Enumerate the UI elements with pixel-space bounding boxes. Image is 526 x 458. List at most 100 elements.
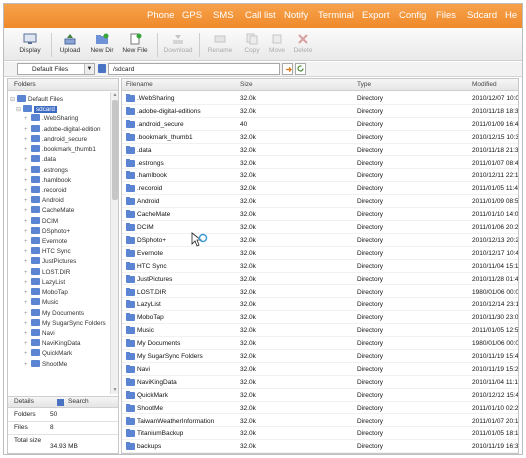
tree-item[interactable]: + NaviKingData <box>24 339 81 348</box>
column-modified[interactable]: Modified <box>472 81 497 88</box>
expand-icon[interactable]: + <box>24 341 31 347</box>
path-input[interactable]: /sdcard <box>108 63 280 75</box>
tree-item[interactable]: + Navi <box>24 329 55 338</box>
table-row[interactable]: Evernote 32.0k Directory 2010/12/17 10:45 <box>122 247 518 260</box>
tree-item[interactable]: + .data <box>24 155 56 164</box>
delete-button[interactable]: Delete <box>286 30 320 60</box>
table-row[interactable]: My SugarSync Folders 32.0k Directory 2010/1… <box>122 350 518 363</box>
tab-search[interactable]: Search <box>68 398 89 405</box>
table-row[interactable]: LazyList 32.0k Directory 2010/12/14 23:12 <box>122 298 518 312</box>
table-row[interactable]: TaiwanWeatherInformation 32.0k Directory 20… <box>122 415 518 428</box>
table-row[interactable]: .recoroid 32.0k Directory 2011/01/05 11:43 <box>122 182 518 196</box>
tree-root[interactable]: ⊟ Default Files <box>10 95 63 104</box>
table-row[interactable]: DCIM 32.0k Directory 2011/01/06 20:23 <box>122 221 518 234</box>
expand-icon[interactable]: + <box>24 229 31 235</box>
menu-help[interactable]: He <box>505 10 517 21</box>
tree-item[interactable]: + ShootMe <box>24 359 67 369</box>
upload-button[interactable]: Upload <box>53 30 87 60</box>
tree-scrollbar[interactable]: ▲ ▼ <box>110 92 118 394</box>
expand-icon[interactable]: + <box>24 300 31 306</box>
display-button[interactable]: Display <box>13 30 47 60</box>
tab-details[interactable]: Details <box>14 398 34 405</box>
expand-icon[interactable]: + <box>24 116 31 122</box>
menu-call-list[interactable]: Call list <box>245 10 276 21</box>
menu-export[interactable]: Export <box>362 10 389 21</box>
table-row[interactable]: NaviKingData 32.0k Directory 2010/11/04 11:… <box>122 376 518 389</box>
tree-item[interactable]: + Android <box>24 196 64 205</box>
tree-item[interactable]: + LazyList <box>24 277 65 287</box>
expand-icon[interactable]: ⊟ <box>16 106 23 113</box>
tree-item[interactable]: + .recoroid <box>24 185 67 195</box>
expand-icon[interactable]: + <box>24 290 31 296</box>
tree-item[interactable]: + .adobe-digital-edition <box>24 124 100 134</box>
column-type[interactable]: Type <box>357 81 371 88</box>
expand-icon[interactable]: + <box>24 147 31 153</box>
table-row[interactable]: ShootMe 32.0k Directory 2011/01/10 02:22 <box>122 402 518 415</box>
expand-icon[interactable]: + <box>24 351 31 357</box>
expand-icon[interactable]: + <box>24 188 31 194</box>
download-button[interactable]: Download <box>161 30 195 60</box>
expand-icon[interactable]: + <box>24 157 31 163</box>
tree-item[interactable]: + QuickMark <box>24 349 72 358</box>
expand-icon[interactable]: + <box>24 208 31 214</box>
tree-item[interactable]: + Music <box>24 298 58 307</box>
column-filename[interactable]: Filename <box>126 81 153 88</box>
table-row[interactable]: .hamlbook 32.0k Directory 2010/12/11 22:18 <box>122 169 518 183</box>
table-row[interactable]: JustPictures 32.0k Directory 2010/11/28 01:… <box>122 273 518 286</box>
table-row[interactable]: LOST.DIR 32.0k Directory 1980/01/06 00:00 <box>122 286 518 299</box>
tree-item[interactable]: + CacheMate <box>24 206 74 215</box>
expand-icon[interactable]: + <box>24 280 31 286</box>
menu-files[interactable]: Files <box>436 10 456 21</box>
table-row[interactable]: TitaniumBackup 32.0k Directory 2011/01/05 1… <box>122 427 518 441</box>
table-row[interactable]: MoboTap 32.0k Directory 2010/11/30 23:02 <box>122 311 518 325</box>
expand-icon[interactable]: + <box>24 270 31 276</box>
expand-icon[interactable]: + <box>24 311 31 317</box>
table-row[interactable]: .bookmark_thumb1 32.0k Directory 2010/12/15… <box>122 131 518 144</box>
menu-sdcard[interactable]: Sdcard <box>467 10 497 21</box>
tree-item[interactable]: + Evernote <box>24 237 67 246</box>
refresh-button[interactable] <box>295 63 306 75</box>
go-button[interactable] <box>282 63 293 75</box>
expand-icon[interactable]: + <box>24 168 31 174</box>
table-row[interactable]: CacheMate 32.0k Directory 2011/01/10 14:04 <box>122 208 518 221</box>
menu-gps[interactable]: GPS <box>182 10 202 21</box>
expand-icon[interactable]: + <box>24 259 31 265</box>
tree-item[interactable]: + LOST.DIR <box>24 267 70 277</box>
new-file-button[interactable]: New File <box>118 30 152 60</box>
expand-icon[interactable]: + <box>24 331 31 337</box>
menu-terminal[interactable]: Terminal <box>318 10 354 21</box>
tree-item[interactable]: + MoboTap <box>24 288 68 297</box>
table-row[interactable]: Music 32.0k Directory 2011/01/05 12:59 <box>122 324 518 338</box>
column-size[interactable]: Size <box>240 81 253 88</box>
tree-item[interactable]: + JustPictures <box>24 257 76 266</box>
tree-item[interactable]: + .WebSharing <box>24 114 78 123</box>
expand-icon[interactable]: ⊟ <box>10 96 17 103</box>
rename-button[interactable]: Rename <box>203 30 237 60</box>
table-row[interactable]: QuickMark 32.0k Directory 2010/12/12 15:40 <box>122 389 518 402</box>
expand-icon[interactable]: + <box>24 219 31 225</box>
tree-item[interactable]: + DCIM <box>24 216 58 226</box>
table-row[interactable]: .adobe-digital-editions 32.0k Directory 201… <box>122 105 518 118</box>
table-row[interactable]: Navi 32.0k Directory 2010/11/19 15:29 <box>122 363 518 376</box>
table-row[interactable]: My Documents 32.0k Directory 1980/01/06 00:… <box>122 337 518 350</box>
new-dir-button[interactable]: New Dir <box>85 30 119 60</box>
table-row[interactable]: backups 32.0k Directory 2010/11/19 16:33 <box>122 440 518 453</box>
tree-item[interactable]: + .bookmark_thumb1 <box>24 145 96 154</box>
menu-phone[interactable]: Phone <box>147 10 174 21</box>
expand-icon[interactable]: + <box>24 178 31 184</box>
menu-notify[interactable]: Notify <box>284 10 308 21</box>
expand-icon[interactable]: + <box>24 137 31 143</box>
expand-icon[interactable]: + <box>24 198 31 204</box>
tree-item-selected[interactable]: ⊟ sdcard <box>16 104 57 114</box>
tree-item[interactable]: + .android_secure <box>24 134 87 144</box>
table-row[interactable]: .android_secure 40 Directory 2011/01/09 16:… <box>122 118 518 131</box>
expand-icon[interactable]: + <box>24 321 31 327</box>
table-row[interactable]: .estrongs 32.0k Directory 2011/01/07 08:45 <box>122 157 518 170</box>
expand-icon[interactable]: + <box>24 239 31 245</box>
scroll-thumb[interactable] <box>112 100 118 200</box>
table-row[interactable]: .WebSharing 32.0k Directory 2010/12/07 10:0… <box>122 92 518 105</box>
table-row[interactable]: DSphoto+ 32.0k Directory 2010/12/13 20:20 <box>122 234 518 247</box>
drive-select[interactable]: Default Files ▼ <box>17 63 95 75</box>
tree-item[interactable]: + HTC Sync <box>24 247 71 256</box>
table-row[interactable]: HTC Sync 32.0k Directory 2010/11/04 15:16 <box>122 260 518 273</box>
